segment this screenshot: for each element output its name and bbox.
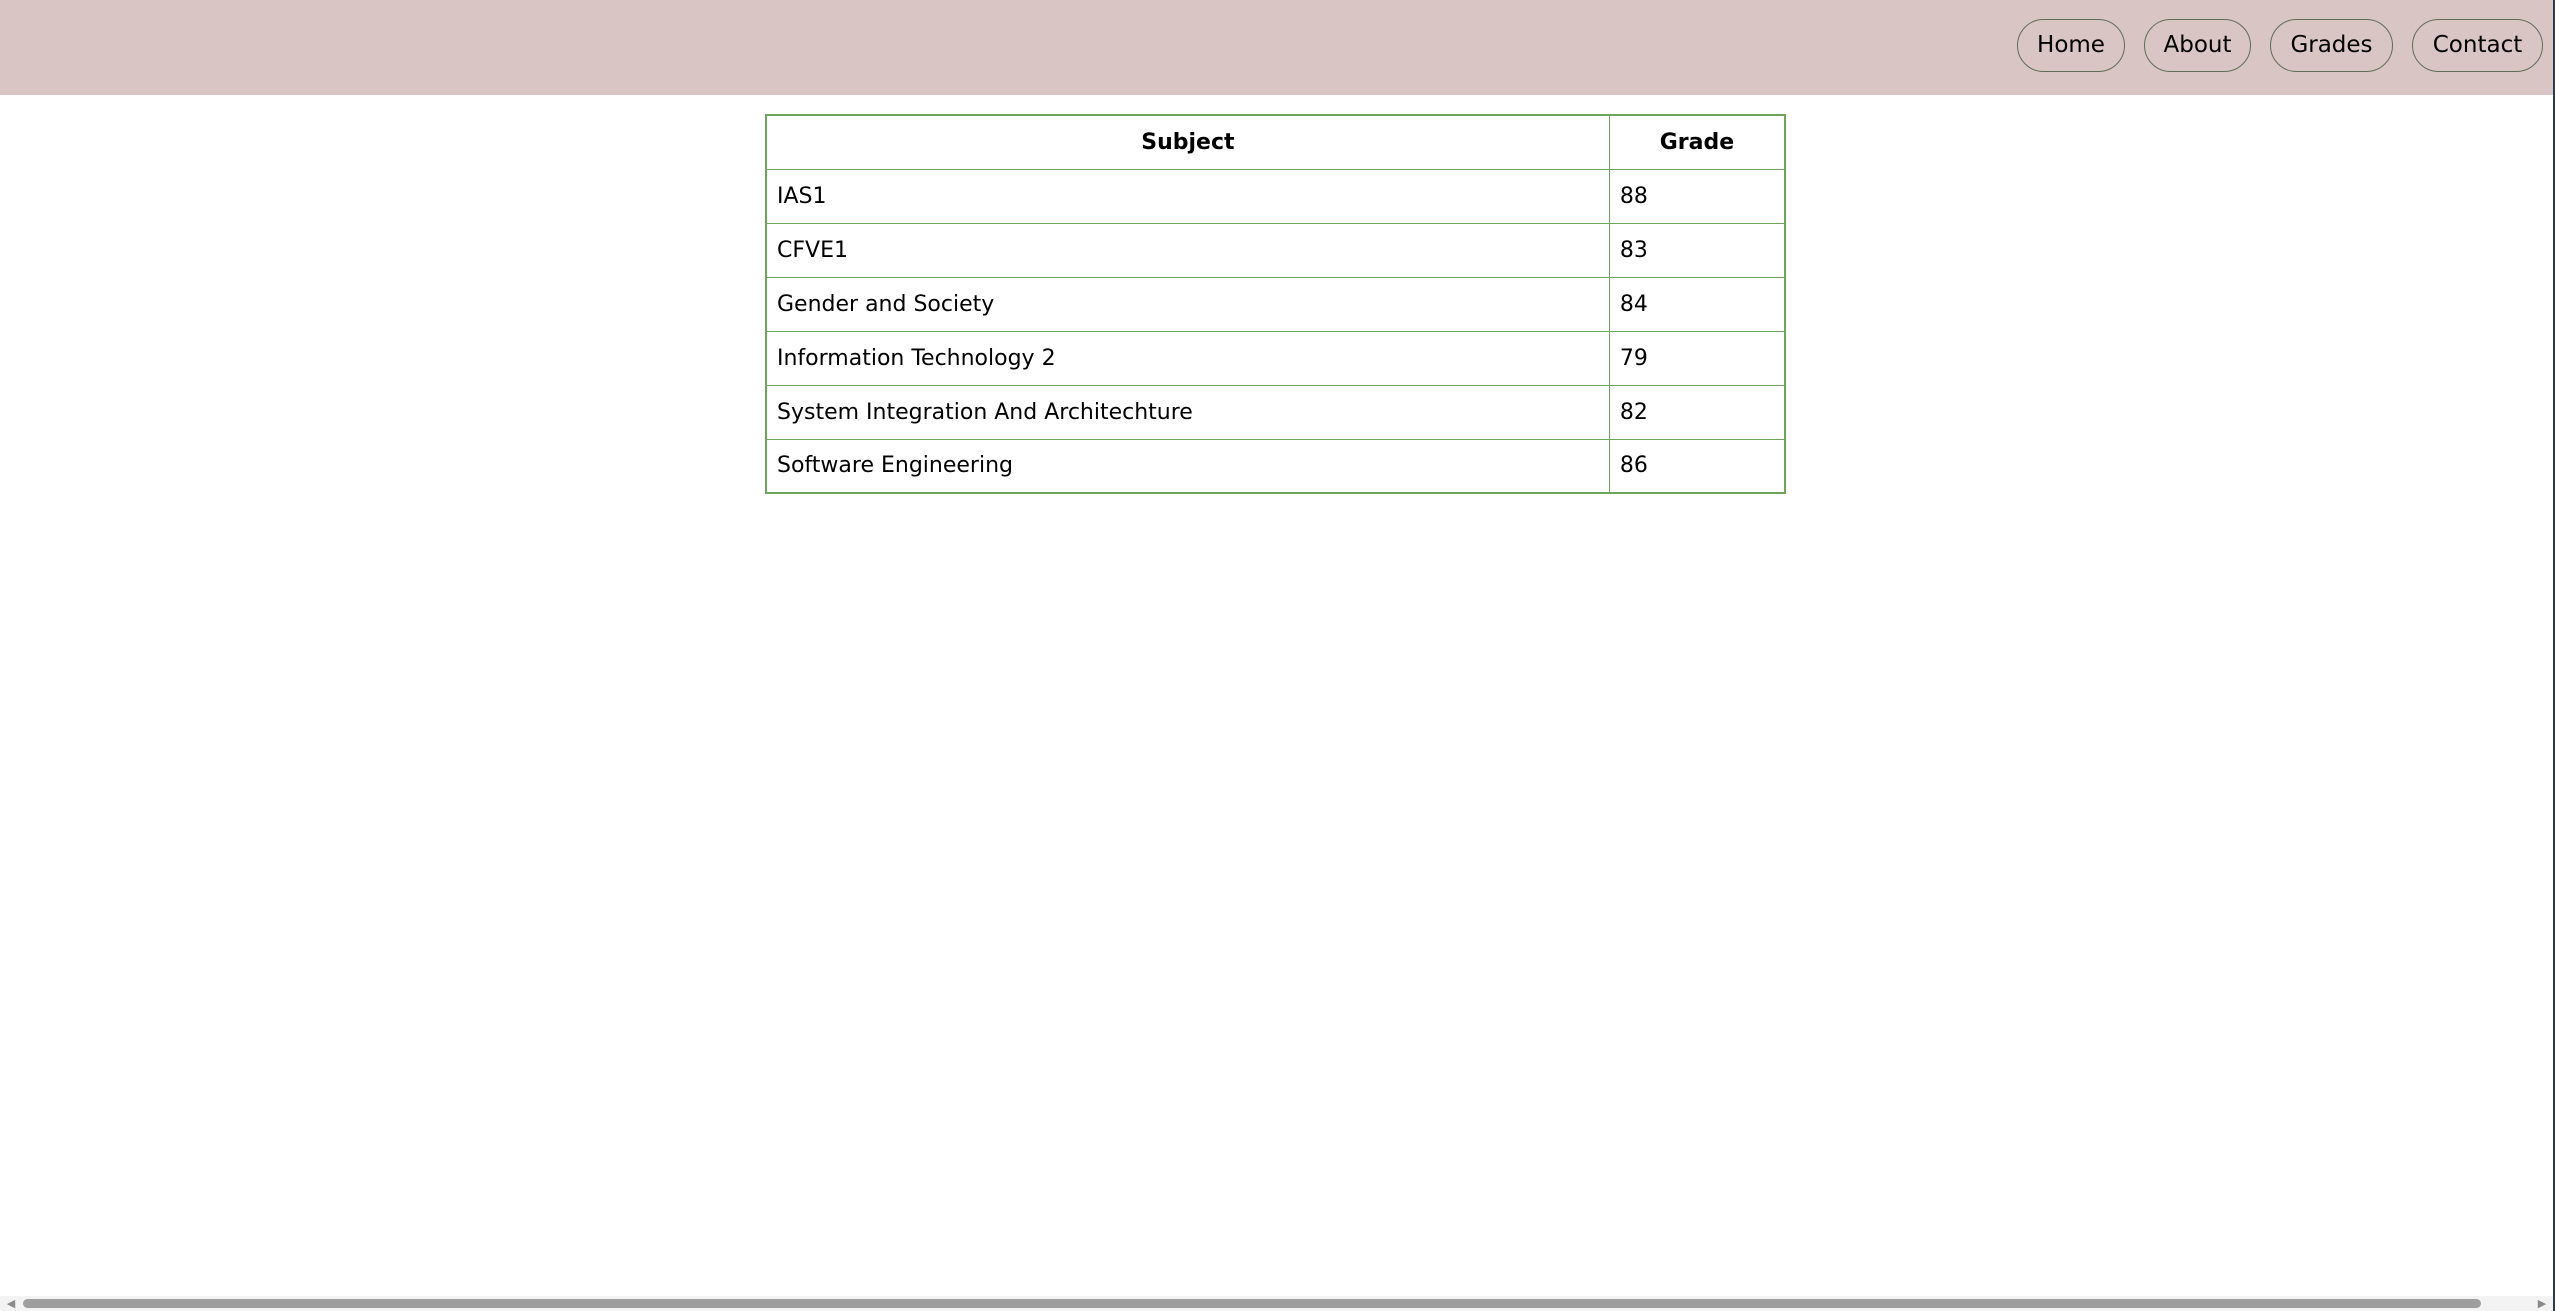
grade-cell: 79: [1608, 330, 1786, 386]
nav-links: Home About Grades Contact: [2017, 19, 2543, 72]
grade-cell: 83: [1608, 222, 1786, 278]
subject-cell: CFVE1: [765, 222, 1610, 278]
grade-column-header: Grade: [1608, 114, 1786, 170]
table-row: System Integration And Architechture 82: [765, 384, 1786, 440]
table-row: Information Technology 2 79: [765, 330, 1786, 386]
table-row: Software Engineering 86: [765, 438, 1786, 494]
grade-cell: 82: [1608, 384, 1786, 440]
subject-cell: System Integration And Architechture: [765, 384, 1610, 440]
nav-about-link[interactable]: About: [2144, 19, 2251, 72]
grade-cell: 84: [1608, 276, 1786, 332]
horizontal-scrollbar[interactable]: ◀ ▶: [0, 1296, 2553, 1311]
table-row: Gender and Society 84: [765, 276, 1786, 332]
navbar: Home About Grades Contact: [0, 0, 2553, 95]
subject-cell: IAS1: [765, 168, 1610, 224]
subject-column-header: Subject: [765, 114, 1610, 170]
subject-cell: Gender and Society: [765, 276, 1610, 332]
grade-cell: 88: [1608, 168, 1786, 224]
arrow-left-icon[interactable]: ◀: [4, 1296, 18, 1311]
table-header-row: Subject Grade: [765, 114, 1786, 170]
nav-home-link[interactable]: Home: [2017, 19, 2125, 72]
table-row: CFVE1 83: [765, 222, 1786, 278]
grade-cell: 86: [1608, 438, 1786, 494]
grades-table: Subject Grade IAS1 88 CFVE1 83 Gender an…: [765, 114, 1786, 494]
nav-grades-link[interactable]: Grades: [2270, 19, 2393, 72]
table-header: Subject Grade: [765, 114, 1786, 170]
scrollbar-thumb[interactable]: [23, 1299, 2481, 1308]
page: Home About Grades Contact Subject Grade …: [0, 0, 2555, 1311]
arrow-right-icon[interactable]: ▶: [2535, 1296, 2549, 1311]
table-body: IAS1 88 CFVE1 83 Gender and Society 84 I…: [765, 168, 1786, 494]
subject-cell: Software Engineering: [765, 438, 1610, 494]
subject-cell: Information Technology 2: [765, 330, 1610, 386]
table-row: IAS1 88: [765, 168, 1786, 224]
nav-contact-link[interactable]: Contact: [2412, 19, 2543, 72]
